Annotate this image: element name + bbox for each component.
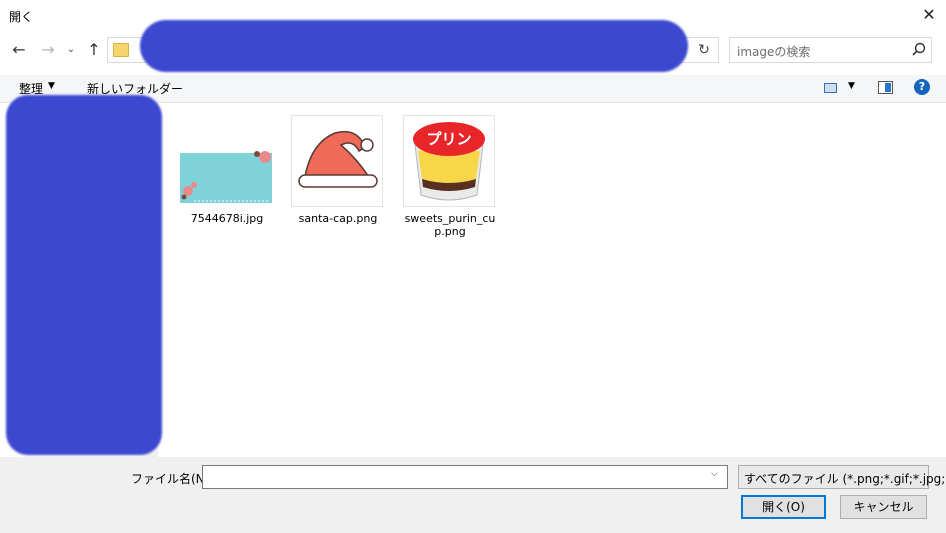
back-button[interactable]: ← — [8, 38, 30, 62]
change-view-icon[interactable] — [824, 83, 837, 93]
recent-locations-button[interactable]: ⌄ — [63, 38, 79, 62]
search-icon[interactable] — [910, 41, 928, 59]
preview-pane-icon[interactable] — [878, 81, 893, 94]
file-list[interactable]: 7544678i.jpg santa-cap.png プリン sweets_pu… — [159, 103, 946, 457]
file-type-filter[interactable]: すべてのファイル (*.png;*.gif;*.jpg; ⌵ — [738, 465, 945, 489]
santa-hat-thumbnail-icon — [291, 115, 383, 207]
chevron-down-icon[interactable]: ⌵ — [913, 471, 920, 481]
chevron-down-icon[interactable]: ▼ — [848, 81, 855, 91]
folder-icon — [113, 43, 129, 57]
file-name: 7544678i.jpg — [190, 212, 264, 225]
cancel-button[interactable]: キャンセル — [840, 495, 927, 519]
window-title: 開く — [9, 10, 34, 24]
search-placeholder: imageの検索 — [737, 45, 811, 59]
up-button[interactable]: ↑ — [83, 38, 105, 62]
file-name: sweets_purin_cup.png — [404, 212, 496, 238]
open-button[interactable]: 開く(O) — [741, 495, 826, 519]
filename-field[interactable]: ⌵ — [202, 465, 728, 489]
file-item[interactable]: 7544678i.jpg — [179, 106, 275, 236]
file-name: santa-cap.png — [298, 212, 378, 225]
close-button[interactable]: ✕ — [915, 4, 943, 26]
file-item[interactable]: santa-cap.png — [290, 106, 386, 236]
pudding-thumbnail-icon: プリン — [403, 115, 495, 207]
chevron-down-icon[interactable]: ⌵ — [711, 469, 718, 479]
redaction-overlay-address — [140, 20, 688, 72]
pudding-label: プリン — [426, 130, 471, 148]
help-icon[interactable]: ? — [914, 79, 930, 95]
forward-button[interactable]: → — [37, 38, 59, 62]
card-thumbnail-icon — [180, 151, 272, 203]
search-input[interactable]: imageの検索 — [729, 37, 932, 63]
file-item[interactable]: プリン sweets_purin_cup.png — [402, 106, 498, 238]
redaction-overlay-navigation — [6, 95, 162, 455]
chevron-down-icon[interactable]: ▼ — [48, 81, 55, 91]
refresh-button[interactable]: ↻ — [694, 40, 714, 60]
bottom-pane: ファイル名(N): ⌵ すべてのファイル (*.png;*.gif;*.jpg;… — [0, 457, 946, 533]
